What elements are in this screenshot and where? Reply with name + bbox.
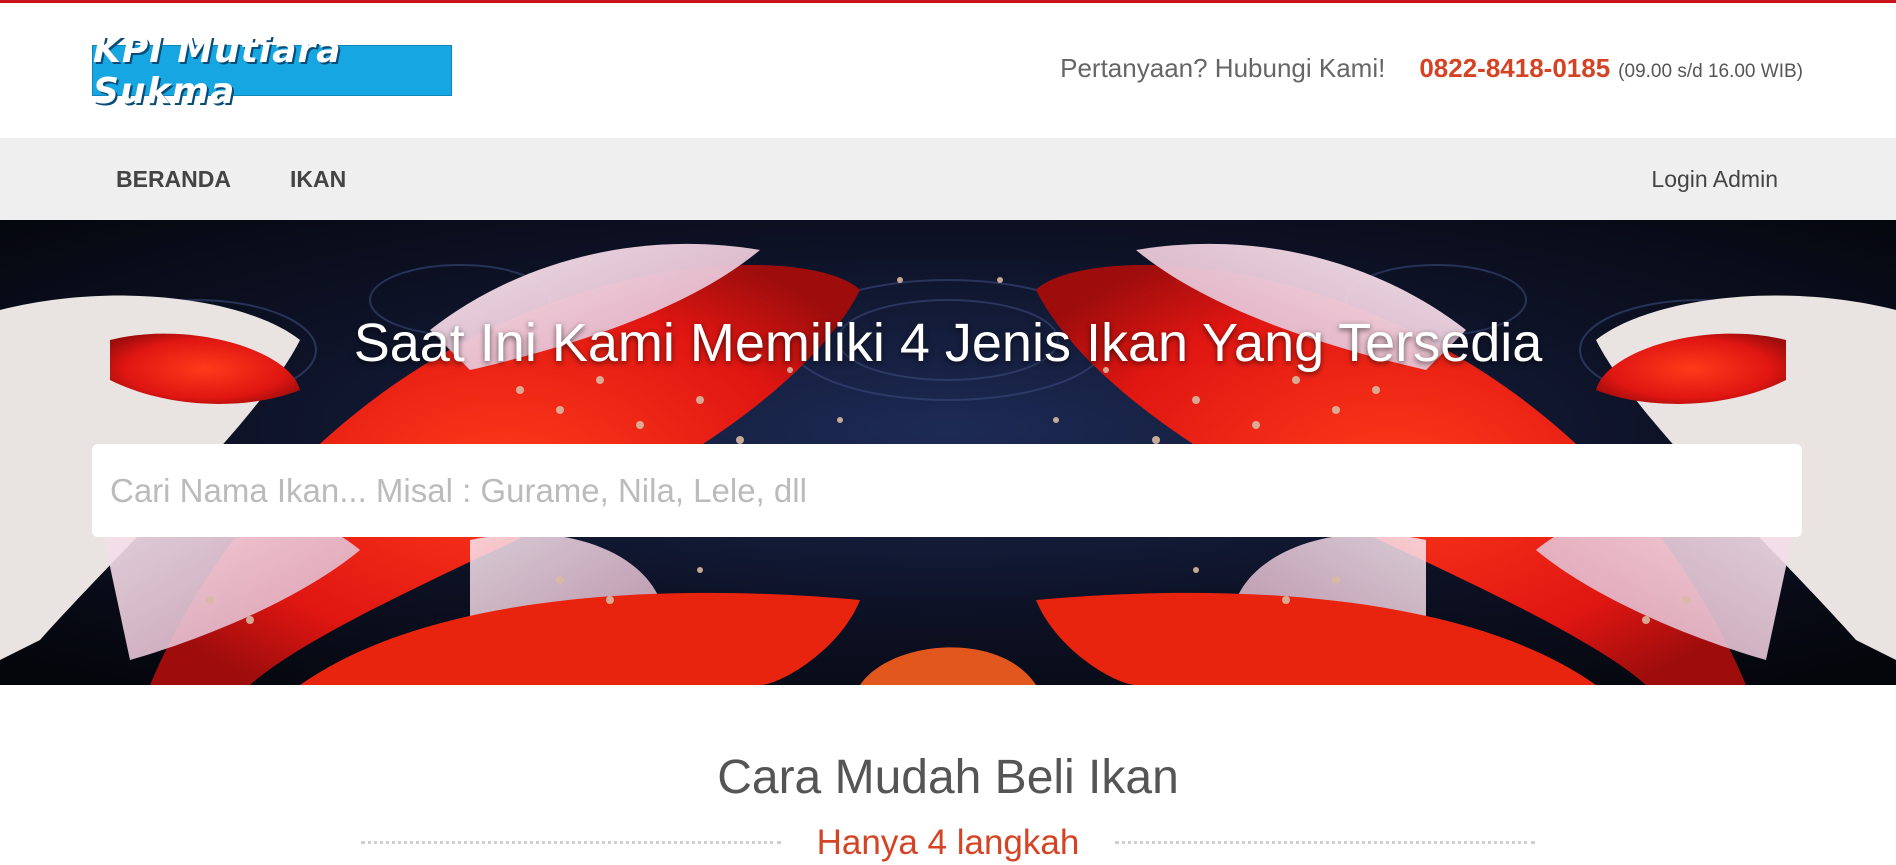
fish-search-input[interactable] xyxy=(92,444,1802,537)
section-title: Cara Mudah Beli Ikan xyxy=(717,751,1179,804)
contact-question: Pertanyaan? Hubungi Kami! xyxy=(1060,53,1386,83)
section-subtitle-row: Hanya 4 langkah xyxy=(0,820,1896,865)
contact-hours: (09.00 s/d 16.00 WIB) xyxy=(1618,61,1803,82)
hero-banner: Saat Ini Kami Memiliki 4 Jenis Ikan Yang… xyxy=(0,220,1896,685)
hero-title: Saat Ini Kami Memiliki 4 Jenis Ikan Yang… xyxy=(353,313,1543,373)
contact-phone: 0822-8418-0185 xyxy=(1419,53,1611,83)
site-logo[interactable]: KPI Mutiara Sukma xyxy=(92,30,452,112)
main-navbar: BERANDA IKAN Login Admin xyxy=(0,138,1896,220)
login-admin-link[interactable]: Login Admin xyxy=(1651,166,1778,193)
contact-info: Pertanyaan? Hubungi Kami! 0822-8418-0185… xyxy=(1060,53,1803,84)
nav-item-beranda[interactable]: BERANDA xyxy=(116,166,231,193)
logo-text: KPI Mutiara Sukma xyxy=(93,29,342,112)
nav-item-ikan[interactable]: IKAN xyxy=(290,166,346,193)
dotted-divider-left xyxy=(360,841,781,844)
dotted-divider-right xyxy=(1115,841,1536,844)
section-subtitle: Hanya 4 langkah xyxy=(816,823,1080,862)
page: KPI Mutiara Sukma Pertanyaan? Hubungi Ka… xyxy=(0,0,1896,865)
site-header: KPI Mutiara Sukma Pertanyaan? Hubungi Ka… xyxy=(0,3,1896,138)
